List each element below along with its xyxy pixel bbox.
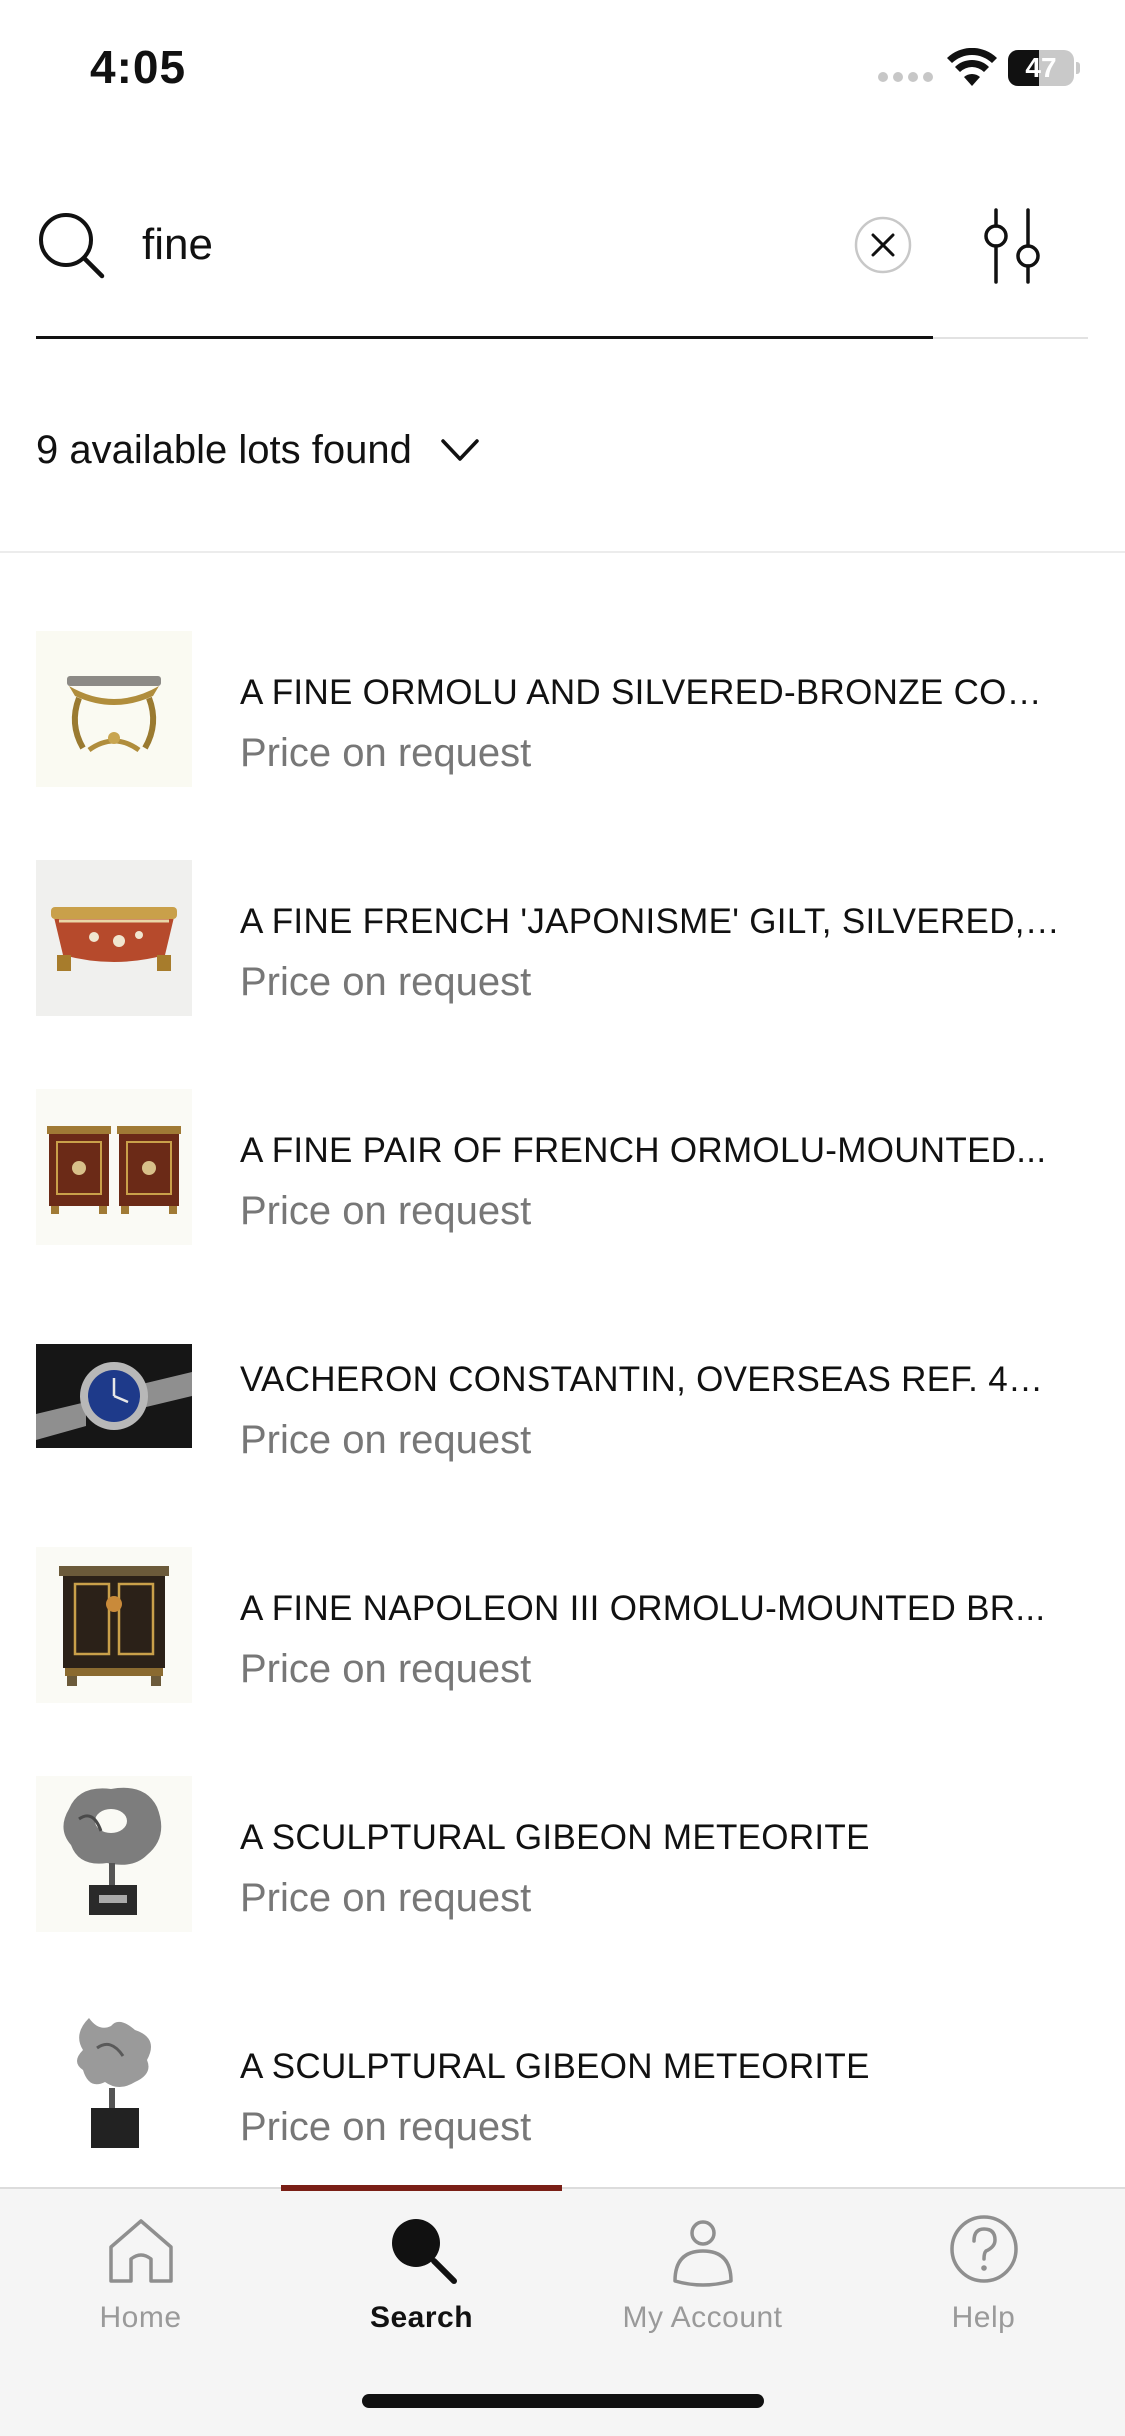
meteorite-image [36,1776,192,1932]
cellular-signal-icon [878,72,933,82]
lot-title: A SCULPTURAL GIBEON METEORITE [240,1818,870,1857]
lot-title: A FINE PAIR OF FRENCH ORMOLU-MOUNTED... [240,1131,1047,1170]
tab-label: My Account [622,2301,783,2334]
lot-title: VACHERON CONSTANTIN, OVERSEAS REF. 450..… [240,1360,1060,1399]
wifi-icon [947,48,997,86]
tab-help[interactable]: Help [843,2189,1124,2349]
lot-list[interactable]: A FINE ORMOLU AND SILVERED-BRONZE CON...… [0,553,1125,2187]
search-results-screen: 4:05 47 fine 9 available lots found A FI… [0,0,1125,2436]
sliders-icon [984,208,1040,284]
lot-item[interactable]: A FINE FRENCH 'JAPONISME' GILT, SILVERED… [0,860,1125,1089]
lot-price: Price on request [240,1189,532,1233]
lot-title: A FINE NAPOLEON III ORMOLU-MOUNTED BR... [240,1589,1046,1628]
battery-level: 47 [1025,52,1057,83]
help-icon [949,2215,1018,2283]
meteorite-image [36,2005,192,2161]
battery-icon: 47 [1008,50,1080,86]
lot-item[interactable]: A FINE ORMOLU AND SILVERED-BRONZE CON...… [0,631,1125,860]
tab-label: Search [369,2301,474,2334]
wristwatch-image [36,1318,192,1474]
tab-home[interactable]: Home [0,2189,281,2349]
search-input[interactable] [142,210,802,280]
tab-label: Help [951,2301,1016,2334]
home-icon [108,2219,173,2283]
search-underline [36,336,933,339]
lot-item[interactable]: A SCULPTURAL GIBEON METEORITE Price on r… [0,2005,1125,2187]
search-bar [0,180,1125,340]
results-count: 9 available lots found [36,427,412,472]
lot-title: A SCULPTURAL GIBEON METEORITE [240,2047,870,2086]
status-time: 4:05 [90,41,187,93]
tab-label: Home [99,2301,182,2334]
tab-search[interactable]: Search [281,2189,562,2349]
person-icon [672,2220,733,2287]
lot-title: A FINE ORMOLU AND SILVERED-BRONZE CON... [240,673,1060,712]
clear-search-button[interactable] [828,210,938,280]
tab-my-account[interactable]: My Account [562,2189,843,2349]
console-table-image [36,631,192,787]
lot-price: Price on request [240,1418,532,1462]
jardiniere-image [36,860,192,1016]
lot-price: Price on request [240,2105,532,2149]
lot-title: A FINE FRENCH 'JAPONISME' GILT, SILVERED… [240,902,1060,941]
lot-price: Price on request [240,1876,532,1920]
status-bar: 4:05 47 [0,0,1125,140]
lot-price: Price on request [240,1647,532,1691]
pair-cabinets-image [36,1089,192,1245]
lot-price: Price on request [240,960,532,1004]
chevron-down-icon [441,439,479,461]
home-indicator [362,2394,764,2408]
cabinet-image [36,1547,192,1703]
search-icon [391,2219,457,2284]
lot-price: Price on request [240,731,532,775]
lot-item[interactable]: A FINE PAIR OF FRENCH ORMOLU-MOUNTED... … [0,1089,1125,1318]
lot-item[interactable]: A SCULPTURAL GIBEON METEORITE Price on r… [0,1776,1125,2005]
lot-item[interactable]: A FINE NAPOLEON III ORMOLU-MOUNTED BR...… [0,1547,1125,1776]
close-circle-icon [854,216,912,274]
filter-button[interactable] [968,208,1068,284]
results-count-dropdown[interactable]: 9 available lots found [36,420,480,480]
search-icon [39,213,105,279]
lot-item[interactable]: VACHERON CONSTANTIN, OVERSEAS REF. 450..… [0,1318,1125,1547]
